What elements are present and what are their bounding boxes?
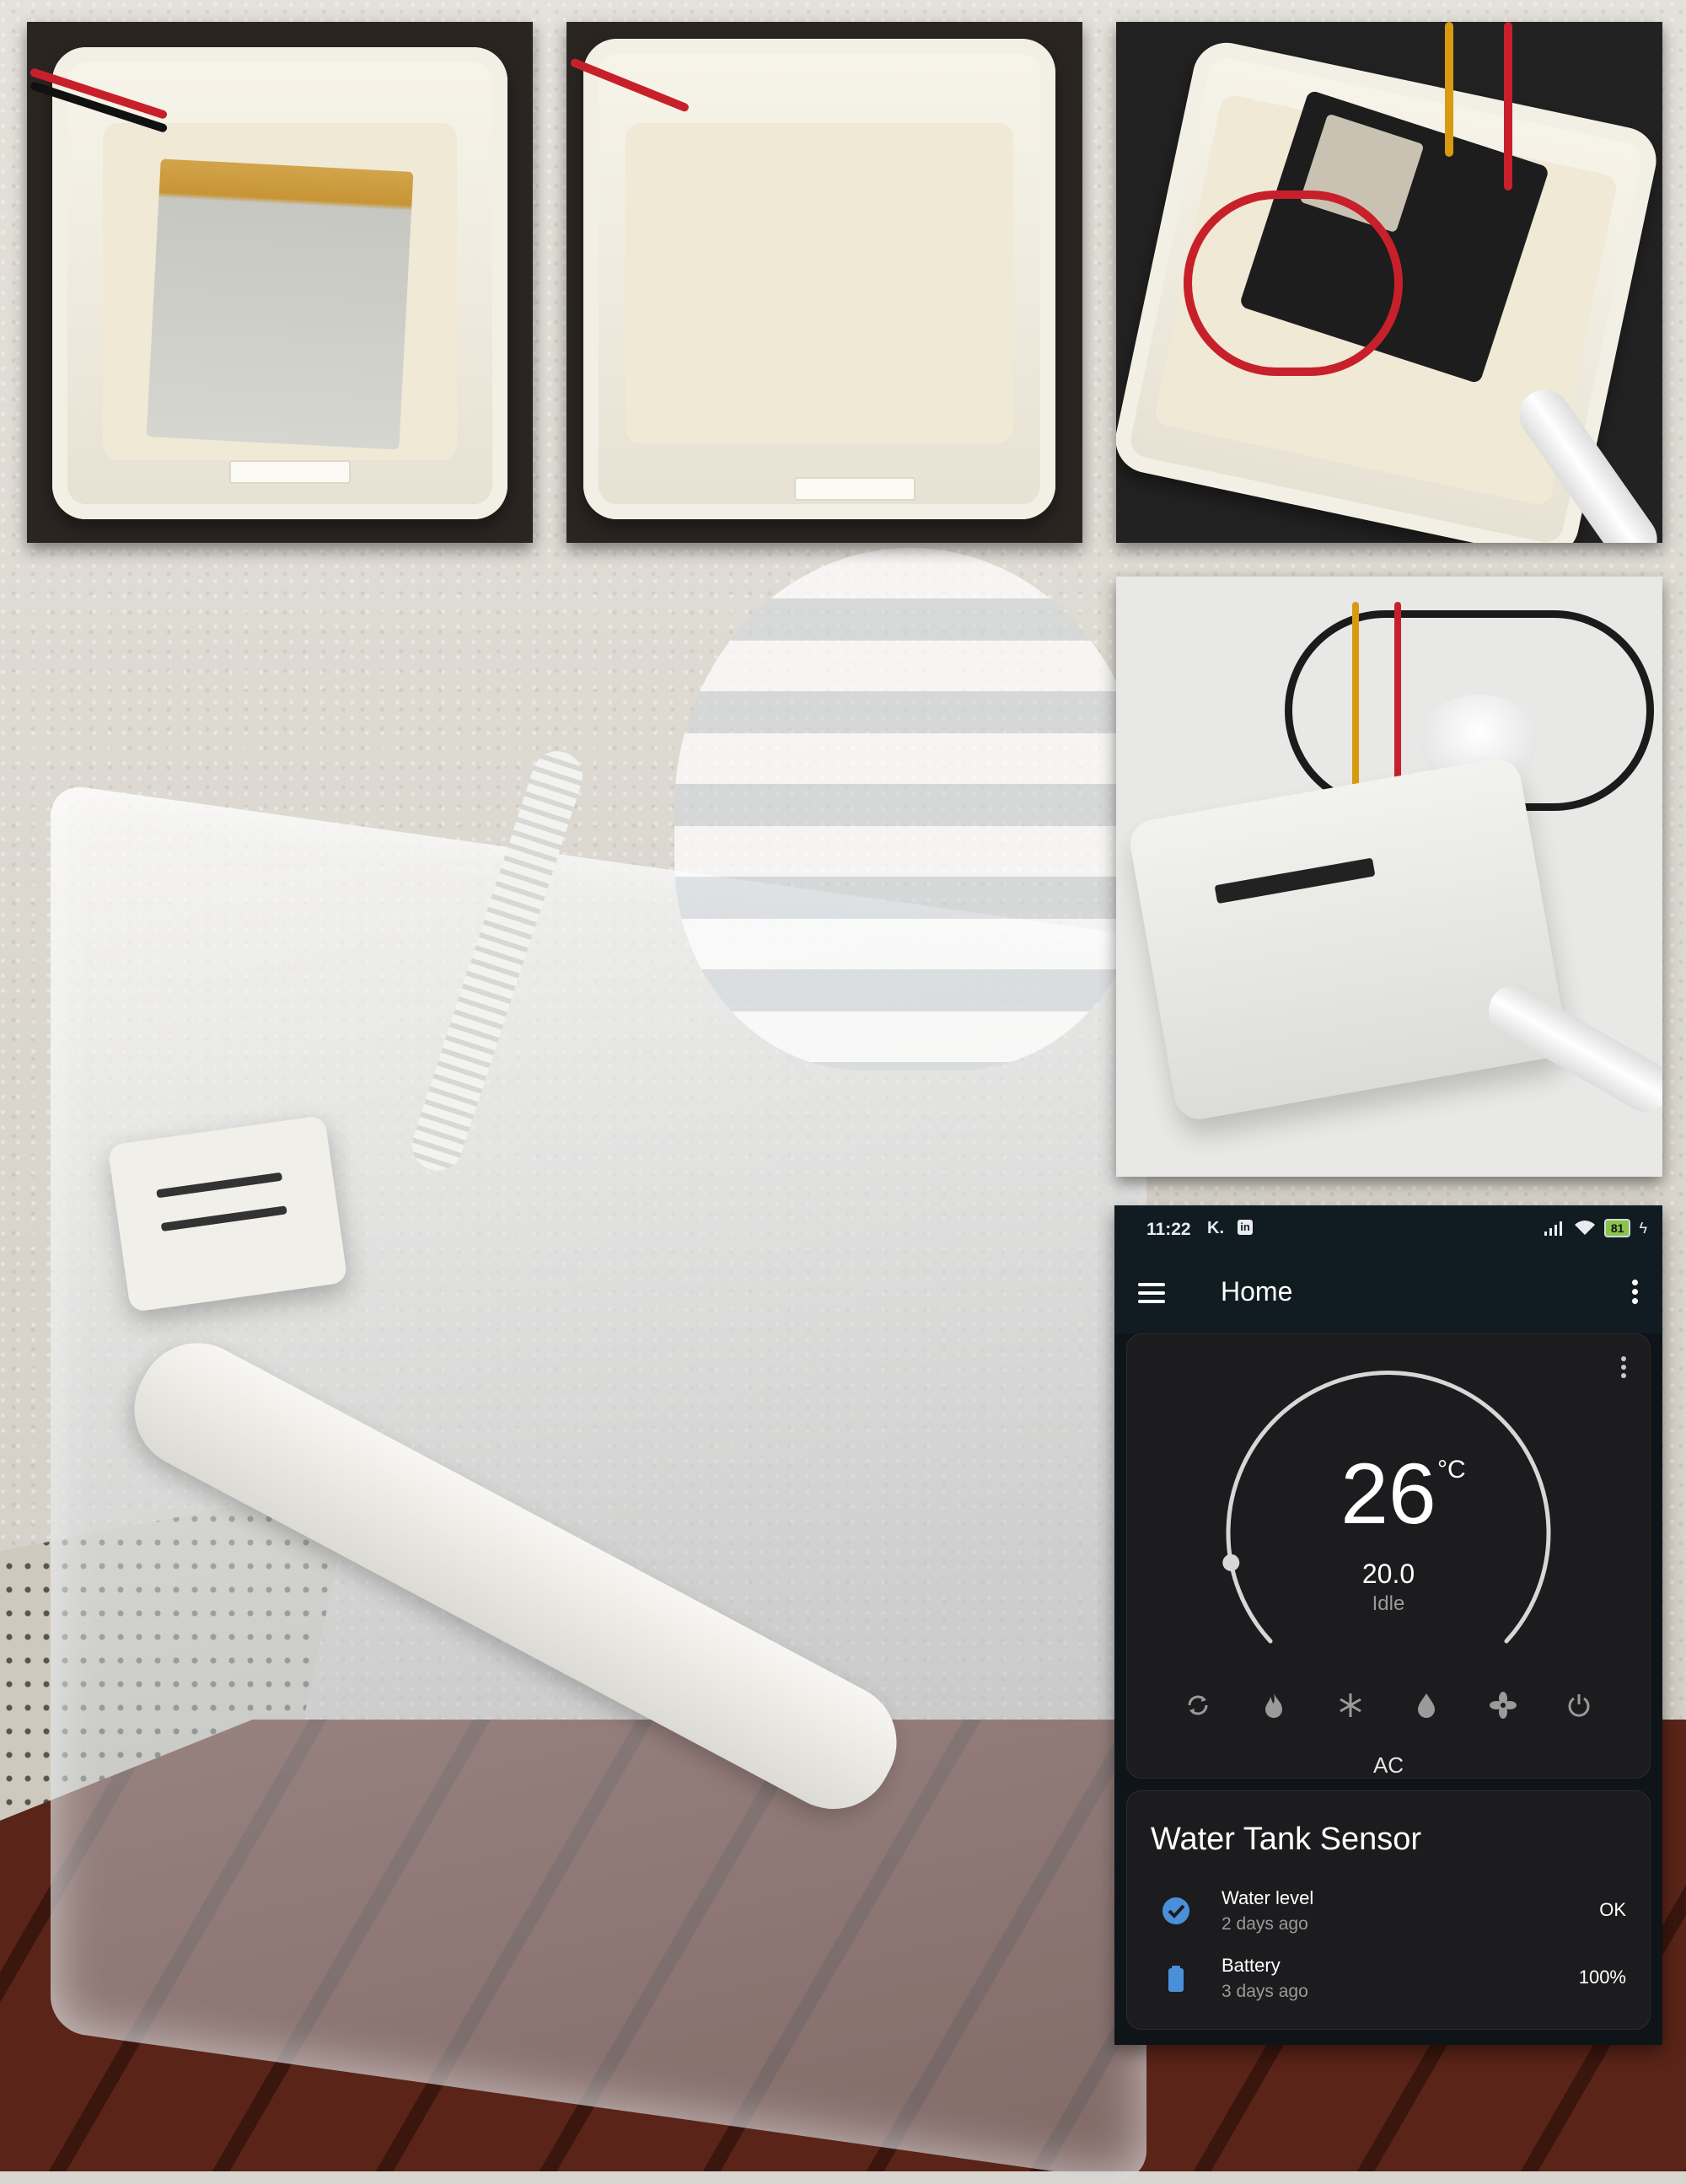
enclosure-box bbox=[583, 39, 1055, 519]
power-icon[interactable] bbox=[1562, 1688, 1596, 1722]
entity-row-water-level[interactable]: Water level 2 days ago OK bbox=[1144, 1884, 1633, 1943]
check-circle-icon bbox=[1162, 1897, 1189, 1924]
status-time: 11:22 bbox=[1146, 1220, 1191, 1239]
cool-mode-icon[interactable] bbox=[1334, 1688, 1367, 1722]
card-title: Water Tank Sensor bbox=[1151, 1822, 1422, 1857]
linkedin-icon: in bbox=[1238, 1220, 1253, 1235]
current-temperature: 26 bbox=[1340, 1446, 1436, 1542]
hvac-action: Idle bbox=[1372, 1592, 1405, 1615]
signal-icon bbox=[1544, 1221, 1562, 1236]
dry-mode-icon[interactable] bbox=[1409, 1688, 1443, 1722]
phone-screenshot: 11:22 K. in 81 ϟ Home 26 °C 20.0 Idle AC… bbox=[1114, 1205, 1662, 2045]
water-bag-photo bbox=[674, 548, 1146, 1071]
sensor-slot bbox=[156, 1172, 283, 1199]
enclosure-interior bbox=[626, 123, 1013, 443]
entity-state: OK bbox=[1599, 1899, 1626, 1920]
status-bar: 11:22 K. in 81 ϟ bbox=[1114, 1205, 1662, 1253]
yellow-wire bbox=[1445, 22, 1453, 157]
thermostat-card-menu-icon[interactable] bbox=[1619, 1353, 1628, 1383]
water-tank-sensor-card: Water Tank Sensor Water level 2 days ago… bbox=[1126, 1790, 1651, 2030]
battery-enclosure-photo bbox=[27, 22, 533, 543]
battery-icon: 81 bbox=[1603, 1219, 1631, 1237]
thermostat-card: 26 °C 20.0 Idle AC bbox=[1126, 1333, 1651, 1779]
fan-mode-icon[interactable] bbox=[1486, 1688, 1520, 1722]
app-title: Home bbox=[1221, 1276, 1293, 1307]
entity-state: 100% bbox=[1578, 1967, 1626, 1988]
status-icons: 81 ϟ bbox=[1544, 1219, 1647, 1237]
sensor-slot bbox=[1214, 857, 1376, 904]
charging-icon: ϟ bbox=[1639, 1219, 1647, 1237]
wifi-icon bbox=[1574, 1221, 1595, 1235]
app-overflow-menu-icon[interactable] bbox=[1630, 1276, 1639, 1310]
auto-mode-icon[interactable] bbox=[1181, 1688, 1215, 1722]
hamburger-menu-icon[interactable] bbox=[1138, 1278, 1165, 1308]
enclosure-label-slot bbox=[794, 477, 915, 501]
battery-full-icon bbox=[1168, 1966, 1184, 1992]
entity-name: Battery bbox=[1222, 1955, 1281, 1976]
entity-name: Water level bbox=[1222, 1887, 1314, 1908]
hvac-mode-label: AC bbox=[1372, 1752, 1404, 1778]
lipo-battery bbox=[146, 158, 414, 450]
red-wire bbox=[1504, 22, 1512, 190]
target-temperature: 20.0 bbox=[1361, 1559, 1415, 1589]
entity-last-changed: 3 days ago bbox=[1222, 1982, 1308, 2001]
k-icon: K. bbox=[1207, 1219, 1224, 1237]
app-bar: Home bbox=[1114, 1253, 1662, 1333]
empty-enclosure-photo bbox=[566, 22, 1082, 543]
entity-last-changed: 2 days ago bbox=[1222, 1914, 1308, 1934]
sensor-enclosure-float-photo bbox=[1116, 577, 1662, 1177]
enclosure-label-slot bbox=[229, 460, 351, 484]
entity-row-battery[interactable]: Battery 3 days ago 100% bbox=[1144, 1951, 1633, 2010]
hvac-mode-buttons bbox=[1181, 1688, 1596, 1722]
sensor-enclosure-photo bbox=[107, 1114, 348, 1313]
red-wire-loop bbox=[1184, 190, 1403, 376]
temperature-unit: °C bbox=[1437, 1456, 1466, 1484]
esp32-enclosure-photo bbox=[1116, 22, 1662, 543]
sensor-slot bbox=[160, 1205, 287, 1232]
sensor-enclosure bbox=[1126, 754, 1570, 1124]
heat-mode-icon[interactable] bbox=[1257, 1688, 1291, 1722]
